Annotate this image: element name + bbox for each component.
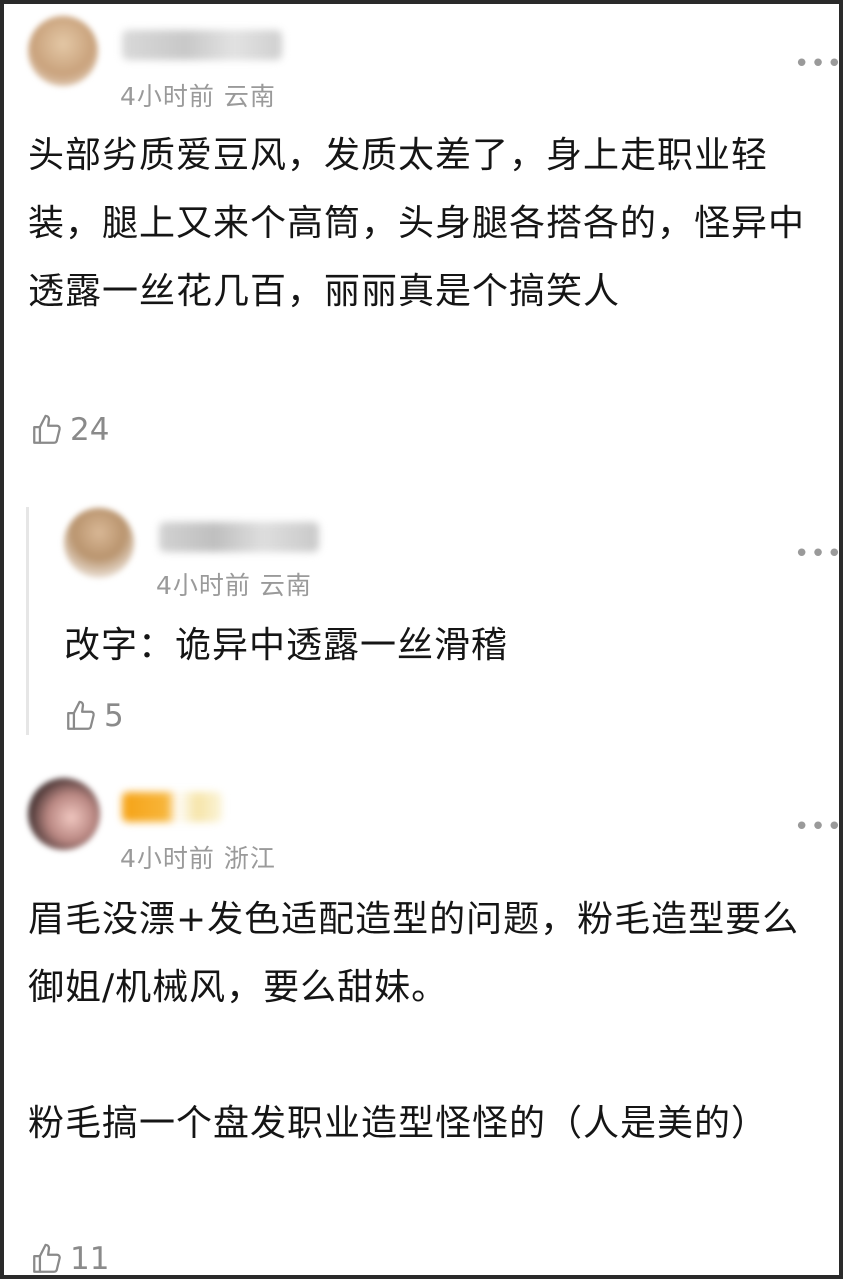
comment-time: 4小时前 [120, 844, 215, 873]
comment-meta: 4小时前 云南 [156, 566, 312, 602]
comment-text: 眉毛没漂+发色适配造型的问题，粉毛造型要么御姐/机械风，要么甜妹。 粉毛搞一个盘… [28, 899, 800, 1144]
comment-location: 云南 [223, 82, 276, 111]
thumbs-up-outline-icon [33, 1243, 61, 1273]
like-count: 11 [70, 1241, 110, 1277]
like-count: 24 [70, 412, 110, 448]
avatar[interactable] [64, 508, 134, 578]
comment-location: 云南 [259, 571, 312, 600]
like-button[interactable]: 24 [30, 412, 109, 448]
username-blurred[interactable] [159, 522, 319, 552]
comment-text: 头部劣质爱豆风，发质太差了，身上走职业轻装，腿上又来个高筒，头身腿各搭各的，怪异… [28, 135, 806, 312]
more-dots-icon[interactable]: ••• [794, 51, 839, 77]
comment-meta: 4小时前 浙江 [120, 839, 276, 875]
comment-text: 改字：诡异中透露一丝滑稽 [64, 625, 509, 666]
comment-location: 浙江 [223, 844, 276, 873]
username-blurred[interactable] [122, 30, 282, 60]
like-count: 5 [104, 698, 124, 734]
comment-list: 4小时前 云南 ••• 头部劣质爱豆风，发质太差了，身上走职业轻装，腿上又来个高… [0, 0, 843, 1279]
like-button[interactable]: 5 [64, 698, 124, 734]
username-blurred[interactable] [122, 792, 222, 822]
comment-time: 4小时前 [120, 82, 215, 111]
comment-time: 4小时前 [156, 571, 251, 600]
comment-meta: 4小时前 云南 [120, 77, 276, 113]
reply-indent-bar [26, 507, 29, 735]
more-dots-icon[interactable]: ••• [794, 814, 839, 840]
thumbs-up-outline-icon [33, 414, 61, 444]
more-dots-icon[interactable]: ••• [794, 541, 839, 567]
avatar[interactable] [28, 778, 100, 850]
avatar[interactable] [28, 16, 98, 86]
like-button[interactable]: 11 [30, 1241, 110, 1277]
thumbs-up-outline-icon [67, 700, 95, 730]
